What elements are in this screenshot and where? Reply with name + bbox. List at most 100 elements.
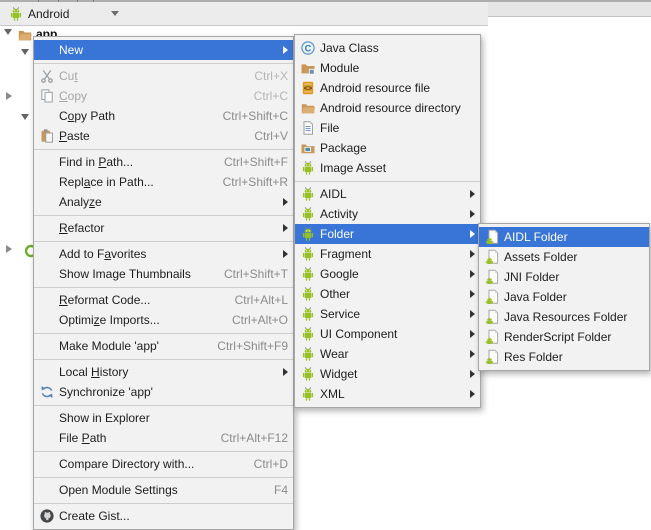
menu-item-folder[interactable]: Folder: [295, 224, 480, 244]
menu-item-add-to-favorites[interactable]: Add to Favorites: [34, 244, 293, 264]
menu-item-label: Package: [320, 141, 367, 155]
menu-item-new[interactable]: New: [34, 40, 293, 60]
menu-item-ui-component[interactable]: UI Component: [295, 324, 480, 344]
menu-item-label: Java Resources Folder: [504, 310, 627, 324]
menu-item-copy-path[interactable]: Copy PathCtrl+Shift+C: [34, 106, 293, 126]
menu-item-label: Java Folder: [504, 290, 567, 304]
menu-item-paste[interactable]: PasteCtrl+V: [34, 126, 293, 146]
menu-item-res-folder[interactable]: Res Folder: [479, 347, 649, 367]
menu-item-renderscript-folder[interactable]: RenderScript Folder: [479, 327, 649, 347]
menu-item-label: Wear: [320, 347, 348, 361]
chevron-down-icon[interactable]: [111, 11, 119, 16]
menu-item-label: Copy Path: [59, 109, 115, 123]
submenu-arrow-icon: [470, 330, 475, 338]
menu-item-synchronize-app[interactable]: Synchronize 'app': [34, 382, 293, 402]
menu-item-show-image-thumbnails[interactable]: Show Image ThumbnailsCtrl+Shift+T: [34, 264, 293, 284]
android-icon: [299, 186, 316, 202]
android-icon: [299, 366, 316, 382]
icon-spacer: [38, 42, 55, 58]
menu-item-other[interactable]: Other: [295, 284, 480, 304]
menu-item-java-class[interactable]: CJava Class: [295, 38, 480, 58]
menu-item-label: XML: [320, 387, 345, 401]
editor-tab-strip: [488, 2, 651, 17]
menu-item-activity[interactable]: Activity: [295, 204, 480, 224]
menu-item-java-folder[interactable]: Java Folder: [479, 287, 649, 307]
menu-item-analyze[interactable]: Analyze: [34, 192, 293, 212]
menu-item-replace-in-path[interactable]: Replace in Path...Ctrl+Shift+R: [34, 172, 293, 192]
menu-item-label: Reformat Code...: [59, 293, 150, 307]
submenu-arrow-icon: [470, 250, 475, 258]
submenu-arrow-icon: [470, 390, 475, 398]
menu-item-aidl-folder[interactable]: AIDL Folder: [479, 227, 649, 247]
icon-spacer: [38, 292, 55, 308]
tree-collapse-arrow[interactable]: [6, 92, 12, 100]
menu-separator: [34, 451, 293, 452]
menu-item-wear[interactable]: Wear: [295, 344, 480, 364]
menu-item-fragment[interactable]: Fragment: [295, 244, 480, 264]
svg-text:<>: <>: [303, 86, 311, 94]
icon-spacer: [38, 246, 55, 262]
icon-spacer: [38, 364, 55, 380]
menu-item-label: Show Image Thumbnails: [59, 267, 191, 281]
menu-item-refactor[interactable]: Refactor: [34, 218, 293, 238]
menu-item-label: Image Asset: [320, 161, 386, 175]
icon-spacer: [38, 266, 55, 282]
menu-item-label: AIDL Folder: [504, 230, 568, 244]
menu-item-shortcut: Ctrl+Shift+R: [205, 175, 288, 189]
tree-expand-arrow[interactable]: [21, 114, 29, 120]
menu-item-file[interactable]: File: [295, 118, 480, 138]
menu-item-image-asset[interactable]: Image Asset: [295, 158, 480, 178]
android-file-icon: [483, 229, 500, 245]
menu-item-local-history[interactable]: Local History: [34, 362, 293, 382]
menu-item-file-path[interactable]: File PathCtrl+Alt+F12: [34, 428, 293, 448]
menu-separator: [34, 287, 293, 288]
menu-item-package[interactable]: Package: [295, 138, 480, 158]
folder-submenu: AIDL Folder Assets Folder JNI Folder Jav…: [478, 223, 650, 371]
menu-item-xml[interactable]: XML: [295, 384, 480, 404]
submenu-arrow-icon: [283, 198, 288, 206]
android-studio-project-panel: Android app New CutCtrl+X CopyCtrl+CCopy…: [0, 0, 651, 530]
tree-collapse-arrow[interactable]: [6, 245, 12, 253]
menu-item-cut[interactable]: CutCtrl+X: [34, 66, 293, 86]
menu-item-label: File Path: [59, 431, 106, 445]
menu-item-label: Java Class: [320, 41, 379, 55]
menu-item-compare-directory-with[interactable]: Compare Directory with...Ctrl+D: [34, 454, 293, 474]
menu-item-widget[interactable]: Widget: [295, 364, 480, 384]
android-icon: [299, 346, 316, 362]
menu-item-create-gist[interactable]: Create Gist...: [34, 506, 293, 526]
icon-spacer: [38, 154, 55, 170]
menu-separator: [34, 333, 293, 334]
menu-item-module[interactable]: Module: [295, 58, 480, 78]
android-file-icon: [483, 329, 500, 345]
menu-item-label: Open Module Settings: [59, 483, 178, 497]
menu-item-label: Compare Directory with...: [59, 457, 194, 471]
submenu-arrow-icon: [470, 230, 475, 238]
menu-item-label: Show in Explorer: [59, 411, 150, 425]
cut-icon: [38, 68, 55, 84]
menu-item-jni-folder[interactable]: JNI Folder: [479, 267, 649, 287]
menu-item-copy[interactable]: CopyCtrl+C: [34, 86, 293, 106]
project-view-selector[interactable]: Android: [28, 7, 69, 21]
icon-spacer: [38, 430, 55, 446]
menu-item-aidl[interactable]: AIDL: [295, 184, 480, 204]
menu-item-android-resource-directory[interactable]: Android resource directory: [295, 98, 480, 118]
menu-item-google[interactable]: Google: [295, 264, 480, 284]
menu-item-android-resource-file[interactable]: <>Android resource file: [295, 78, 480, 98]
menu-item-label: Service: [320, 307, 360, 321]
menu-item-assets-folder[interactable]: Assets Folder: [479, 247, 649, 267]
submenu-arrow-icon: [470, 290, 475, 298]
menu-item-open-module-settings[interactable]: Open Module SettingsF4: [34, 480, 293, 500]
menu-item-reformat-code[interactable]: Reformat Code...Ctrl+Alt+L: [34, 290, 293, 310]
android-icon: [299, 246, 316, 262]
tree-expand-arrow[interactable]: [21, 49, 29, 55]
menu-item-java-resources-folder[interactable]: Java Resources Folder: [479, 307, 649, 327]
tree-expand-arrow[interactable]: [4, 29, 12, 35]
android-icon: [299, 266, 316, 282]
icon-spacer: [38, 220, 55, 236]
new-submenu: CJava Class Module <>Android resource fi…: [294, 34, 481, 408]
menu-item-find-in-path[interactable]: Find in Path...Ctrl+Shift+F: [34, 152, 293, 172]
menu-item-service[interactable]: Service: [295, 304, 480, 324]
menu-item-make-module-app[interactable]: Make Module 'app'Ctrl+Shift+F9: [34, 336, 293, 356]
menu-item-optimize-imports[interactable]: Optimize Imports...Ctrl+Alt+O: [34, 310, 293, 330]
menu-item-show-in-explorer[interactable]: Show in Explorer: [34, 408, 293, 428]
